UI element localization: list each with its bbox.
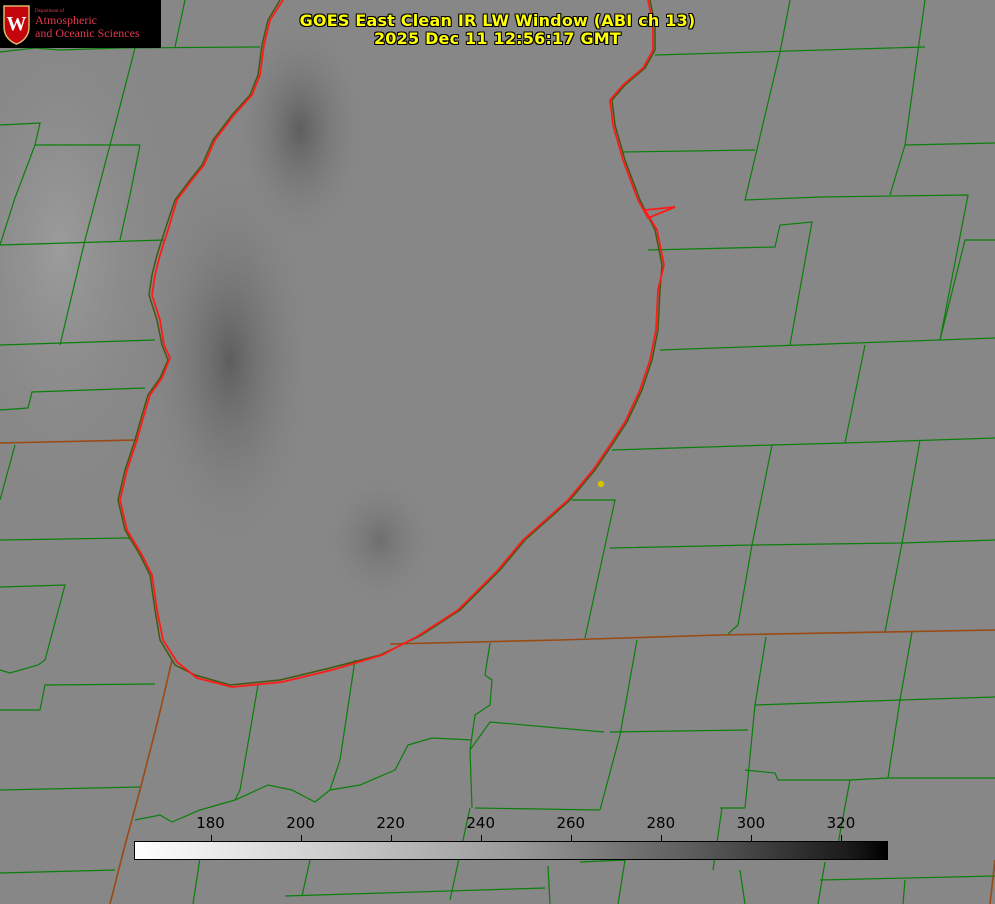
colorbar-tick-mark xyxy=(841,835,842,841)
svg-text:W: W xyxy=(7,13,27,35)
colorbar-tick-label: 240 xyxy=(466,814,496,832)
temperature-colorbar xyxy=(134,841,888,860)
station-marker xyxy=(597,480,605,488)
colorbar-tick-label: 200 xyxy=(286,814,315,832)
colorbar-tick-label: 220 xyxy=(376,814,405,832)
colorbar-tick-label: 280 xyxy=(646,814,676,832)
colorbar-tick-mark xyxy=(211,835,212,841)
colorbar-tick-mark xyxy=(571,835,572,841)
colorbar-tick-mark xyxy=(391,835,392,841)
satellite-image-viewer: GOES East Clean IR LW Window (ABI ch 13)… xyxy=(0,0,995,904)
satellite-map xyxy=(0,0,995,904)
colorbar-tick-label: 300 xyxy=(736,814,766,832)
colorbar-tick-label: 260 xyxy=(556,814,586,832)
colorbar-tick-mark xyxy=(661,835,662,841)
dark-cloud-central xyxy=(140,160,320,560)
uw-crest-icon: W xyxy=(3,5,30,45)
colorbar-tick-mark xyxy=(301,835,302,841)
colorbar-tick-mark xyxy=(481,835,482,841)
colorbar-tick-mark xyxy=(751,835,752,841)
colorbar-tick-label: 180 xyxy=(196,814,225,832)
uw-aos-logo: W Department of Atmospheric and Oceanic … xyxy=(0,0,161,48)
colorbar-tick-label: 320 xyxy=(826,814,856,832)
logo-line-2: and Oceanic Sciences xyxy=(35,26,140,40)
dark-cloud-south xyxy=(320,470,440,610)
